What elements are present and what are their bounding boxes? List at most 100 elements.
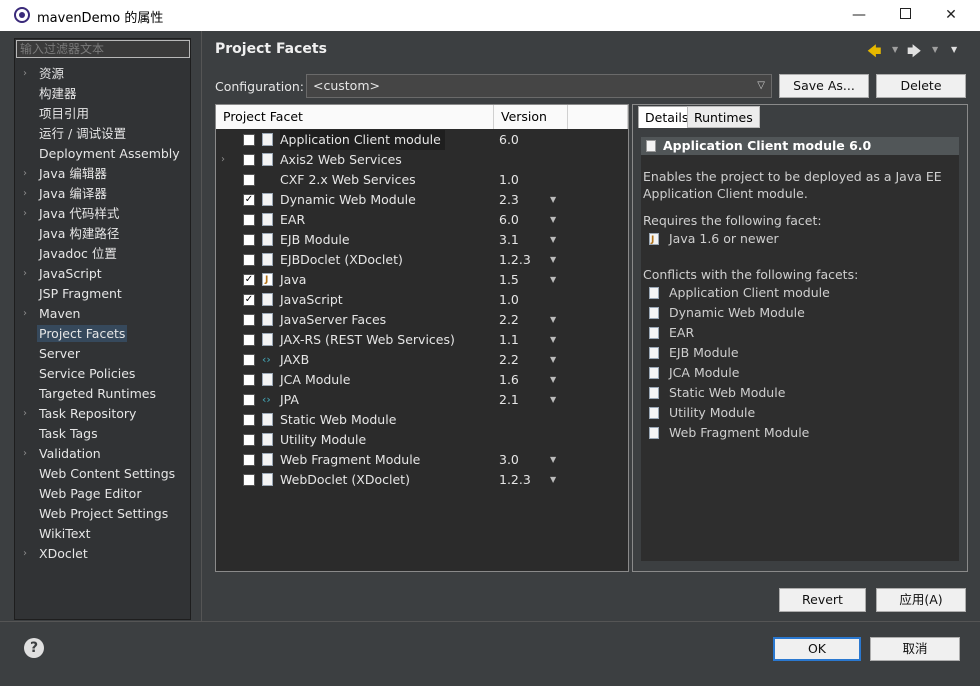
facet-version[interactable]: 3.1 [499, 230, 519, 250]
sidebar-item[interactable]: Web Project Settings [15, 504, 190, 524]
facet-version[interactable]: 2.2 [499, 350, 519, 370]
facet-row[interactable]: ✓ JavaScript 1.0 [216, 290, 628, 310]
facet-checkbox[interactable] [243, 134, 255, 146]
facet-checkbox[interactable] [243, 374, 255, 386]
chevron-down-icon[interactable]: ▼ [550, 210, 556, 230]
sidebar-item[interactable]: 运行 / 调试设置 [15, 124, 190, 144]
sidebar-item[interactable]: › Java 编译器 [15, 184, 190, 204]
save-as-button[interactable]: Save As... [779, 74, 869, 98]
sidebar-item[interactable]: › Validation [15, 444, 190, 464]
facet-checkbox[interactable] [243, 434, 255, 446]
facet-version[interactable]: 2.1 [499, 390, 519, 410]
sidebar-item[interactable]: › Task Repository [15, 404, 190, 424]
sidebar-item[interactable]: › Java 代码样式 [15, 204, 190, 224]
sidebar-item[interactable]: Javadoc 位置 [15, 244, 190, 264]
sidebar-item[interactable]: JSP Fragment [15, 284, 190, 304]
chevron-right-icon[interactable]: › [23, 304, 27, 324]
chevron-right-icon[interactable]: › [23, 204, 27, 224]
sidebar-item[interactable]: 项目引用 [15, 104, 190, 124]
sidebar-item[interactable]: › XDoclet [15, 544, 190, 564]
chevron-down-icon[interactable]: ▼ [550, 470, 556, 490]
menu-dropdown-icon[interactable]: ▼ [951, 45, 957, 54]
facet-checkbox[interactable] [243, 314, 255, 326]
facet-version[interactable]: 1.0 [499, 170, 519, 190]
minimize-button[interactable]: — [836, 0, 882, 31]
chevron-down-icon[interactable]: ▼ [550, 310, 556, 330]
facet-row[interactable]: EAR 6.0 ▼ [216, 210, 628, 230]
close-button[interactable]: ✕ [928, 0, 974, 31]
tab-runtimes[interactable]: Runtimes [687, 106, 760, 128]
facet-version[interactable]: 1.5 [499, 270, 519, 290]
sidebar-item[interactable]: › JavaScript [15, 264, 190, 284]
facet-row[interactable]: CXF 2.x Web Services 1.0 [216, 170, 628, 190]
apply-button[interactable]: 应用(A) [876, 588, 966, 612]
chevron-right-icon[interactable]: › [23, 544, 27, 564]
chevron-down-icon[interactable]: ▼ [550, 270, 556, 290]
facet-row[interactable]: JPA 2.1 ▼ [216, 390, 628, 410]
sidebar-item[interactable]: WikiText [15, 524, 190, 544]
facet-row[interactable]: EJB Module 3.1 ▼ [216, 230, 628, 250]
sidebar-item[interactable]: Java 构建路径 [15, 224, 190, 244]
facet-row[interactable]: WebDoclet (XDoclet) 1.2.3 ▼ [216, 470, 628, 490]
sidebar-item[interactable]: Deployment Assembly [15, 144, 190, 164]
sidebar-item[interactable]: Web Page Editor [15, 484, 190, 504]
facet-row[interactable]: ✓ Dynamic Web Module 2.3 ▼ [216, 190, 628, 210]
sidebar-item[interactable]: › Java 编辑器 [15, 164, 190, 184]
chevron-right-icon[interactable]: › [23, 444, 27, 464]
facet-checkbox[interactable]: ✓ [243, 274, 255, 286]
column-header-facet[interactable]: Project Facet [216, 105, 494, 129]
forward-dropdown-icon[interactable]: ▼ [932, 45, 938, 54]
cancel-button[interactable]: 取消 [870, 637, 960, 661]
chevron-down-icon[interactable]: ▼ [550, 330, 556, 350]
chevron-down-icon[interactable]: ▼ [550, 350, 556, 370]
revert-button[interactable]: Revert [779, 588, 866, 612]
facet-version[interactable]: 2.2 [499, 310, 519, 330]
chevron-right-icon[interactable]: › [221, 150, 225, 170]
facet-version[interactable]: 1.0 [499, 290, 519, 310]
delete-button[interactable]: Delete [876, 74, 966, 98]
facet-checkbox[interactable] [243, 254, 255, 266]
facet-checkbox[interactable] [243, 454, 255, 466]
chevron-down-icon[interactable]: ▼ [550, 390, 556, 410]
facet-checkbox[interactable] [243, 334, 255, 346]
facet-version[interactable]: 1.1 [499, 330, 519, 350]
chevron-down-icon[interactable]: ▼ [550, 190, 556, 210]
facet-version[interactable]: 3.0 [499, 450, 519, 470]
sidebar-item[interactable]: Project Facets [15, 324, 190, 344]
facet-checkbox[interactable] [243, 214, 255, 226]
chevron-down-icon[interactable]: ▼ [550, 450, 556, 470]
facet-row[interactable]: JAX-RS (REST Web Services) 1.1 ▼ [216, 330, 628, 350]
facet-version[interactable]: 6.0 [499, 210, 519, 230]
sidebar-item[interactable]: › 资源 [15, 64, 190, 84]
facet-checkbox[interactable] [243, 394, 255, 406]
facet-checkbox[interactable] [243, 474, 255, 486]
chevron-right-icon[interactable]: › [23, 184, 27, 204]
maximize-button[interactable] [882, 0, 928, 31]
chevron-right-icon[interactable]: › [23, 64, 27, 84]
facet-version[interactable]: 2.3 [499, 190, 519, 210]
help-icon[interactable]: ? [24, 638, 44, 658]
column-header-version[interactable]: Version [494, 105, 568, 129]
facet-row[interactable]: EJBDoclet (XDoclet) 1.2.3 ▼ [216, 250, 628, 270]
back-arrow-icon[interactable]: 🡄 [867, 41, 881, 65]
sidebar-item[interactable]: Task Tags [15, 424, 190, 444]
facet-checkbox[interactable]: ✓ [243, 294, 255, 306]
sidebar-item[interactable]: 构建器 [15, 84, 190, 104]
filter-input[interactable]: 输入过滤器文本 [16, 40, 190, 58]
sidebar-item[interactable]: Targeted Runtimes [15, 384, 190, 404]
facet-checkbox[interactable]: ✓ [243, 194, 255, 206]
facet-version[interactable]: 1.2.3 [499, 250, 531, 270]
facet-checkbox[interactable] [243, 154, 255, 166]
chevron-down-icon[interactable]: ▼ [550, 370, 556, 390]
facet-checkbox[interactable] [243, 174, 255, 186]
configuration-select[interactable]: <custom> ▽ [306, 74, 772, 98]
facet-row[interactable]: Static Web Module [216, 410, 628, 430]
back-dropdown-icon[interactable]: ▼ [892, 45, 898, 54]
facet-row[interactable]: JCA Module 1.6 ▼ [216, 370, 628, 390]
facet-version[interactable]: 6.0 [499, 130, 519, 150]
chevron-down-icon[interactable]: ▼ [550, 250, 556, 270]
splitter[interactable] [201, 31, 202, 621]
facet-row[interactable]: › Axis2 Web Services [216, 150, 628, 170]
sidebar-item[interactable]: › Maven [15, 304, 190, 324]
facet-row[interactable]: Utility Module [216, 430, 628, 450]
